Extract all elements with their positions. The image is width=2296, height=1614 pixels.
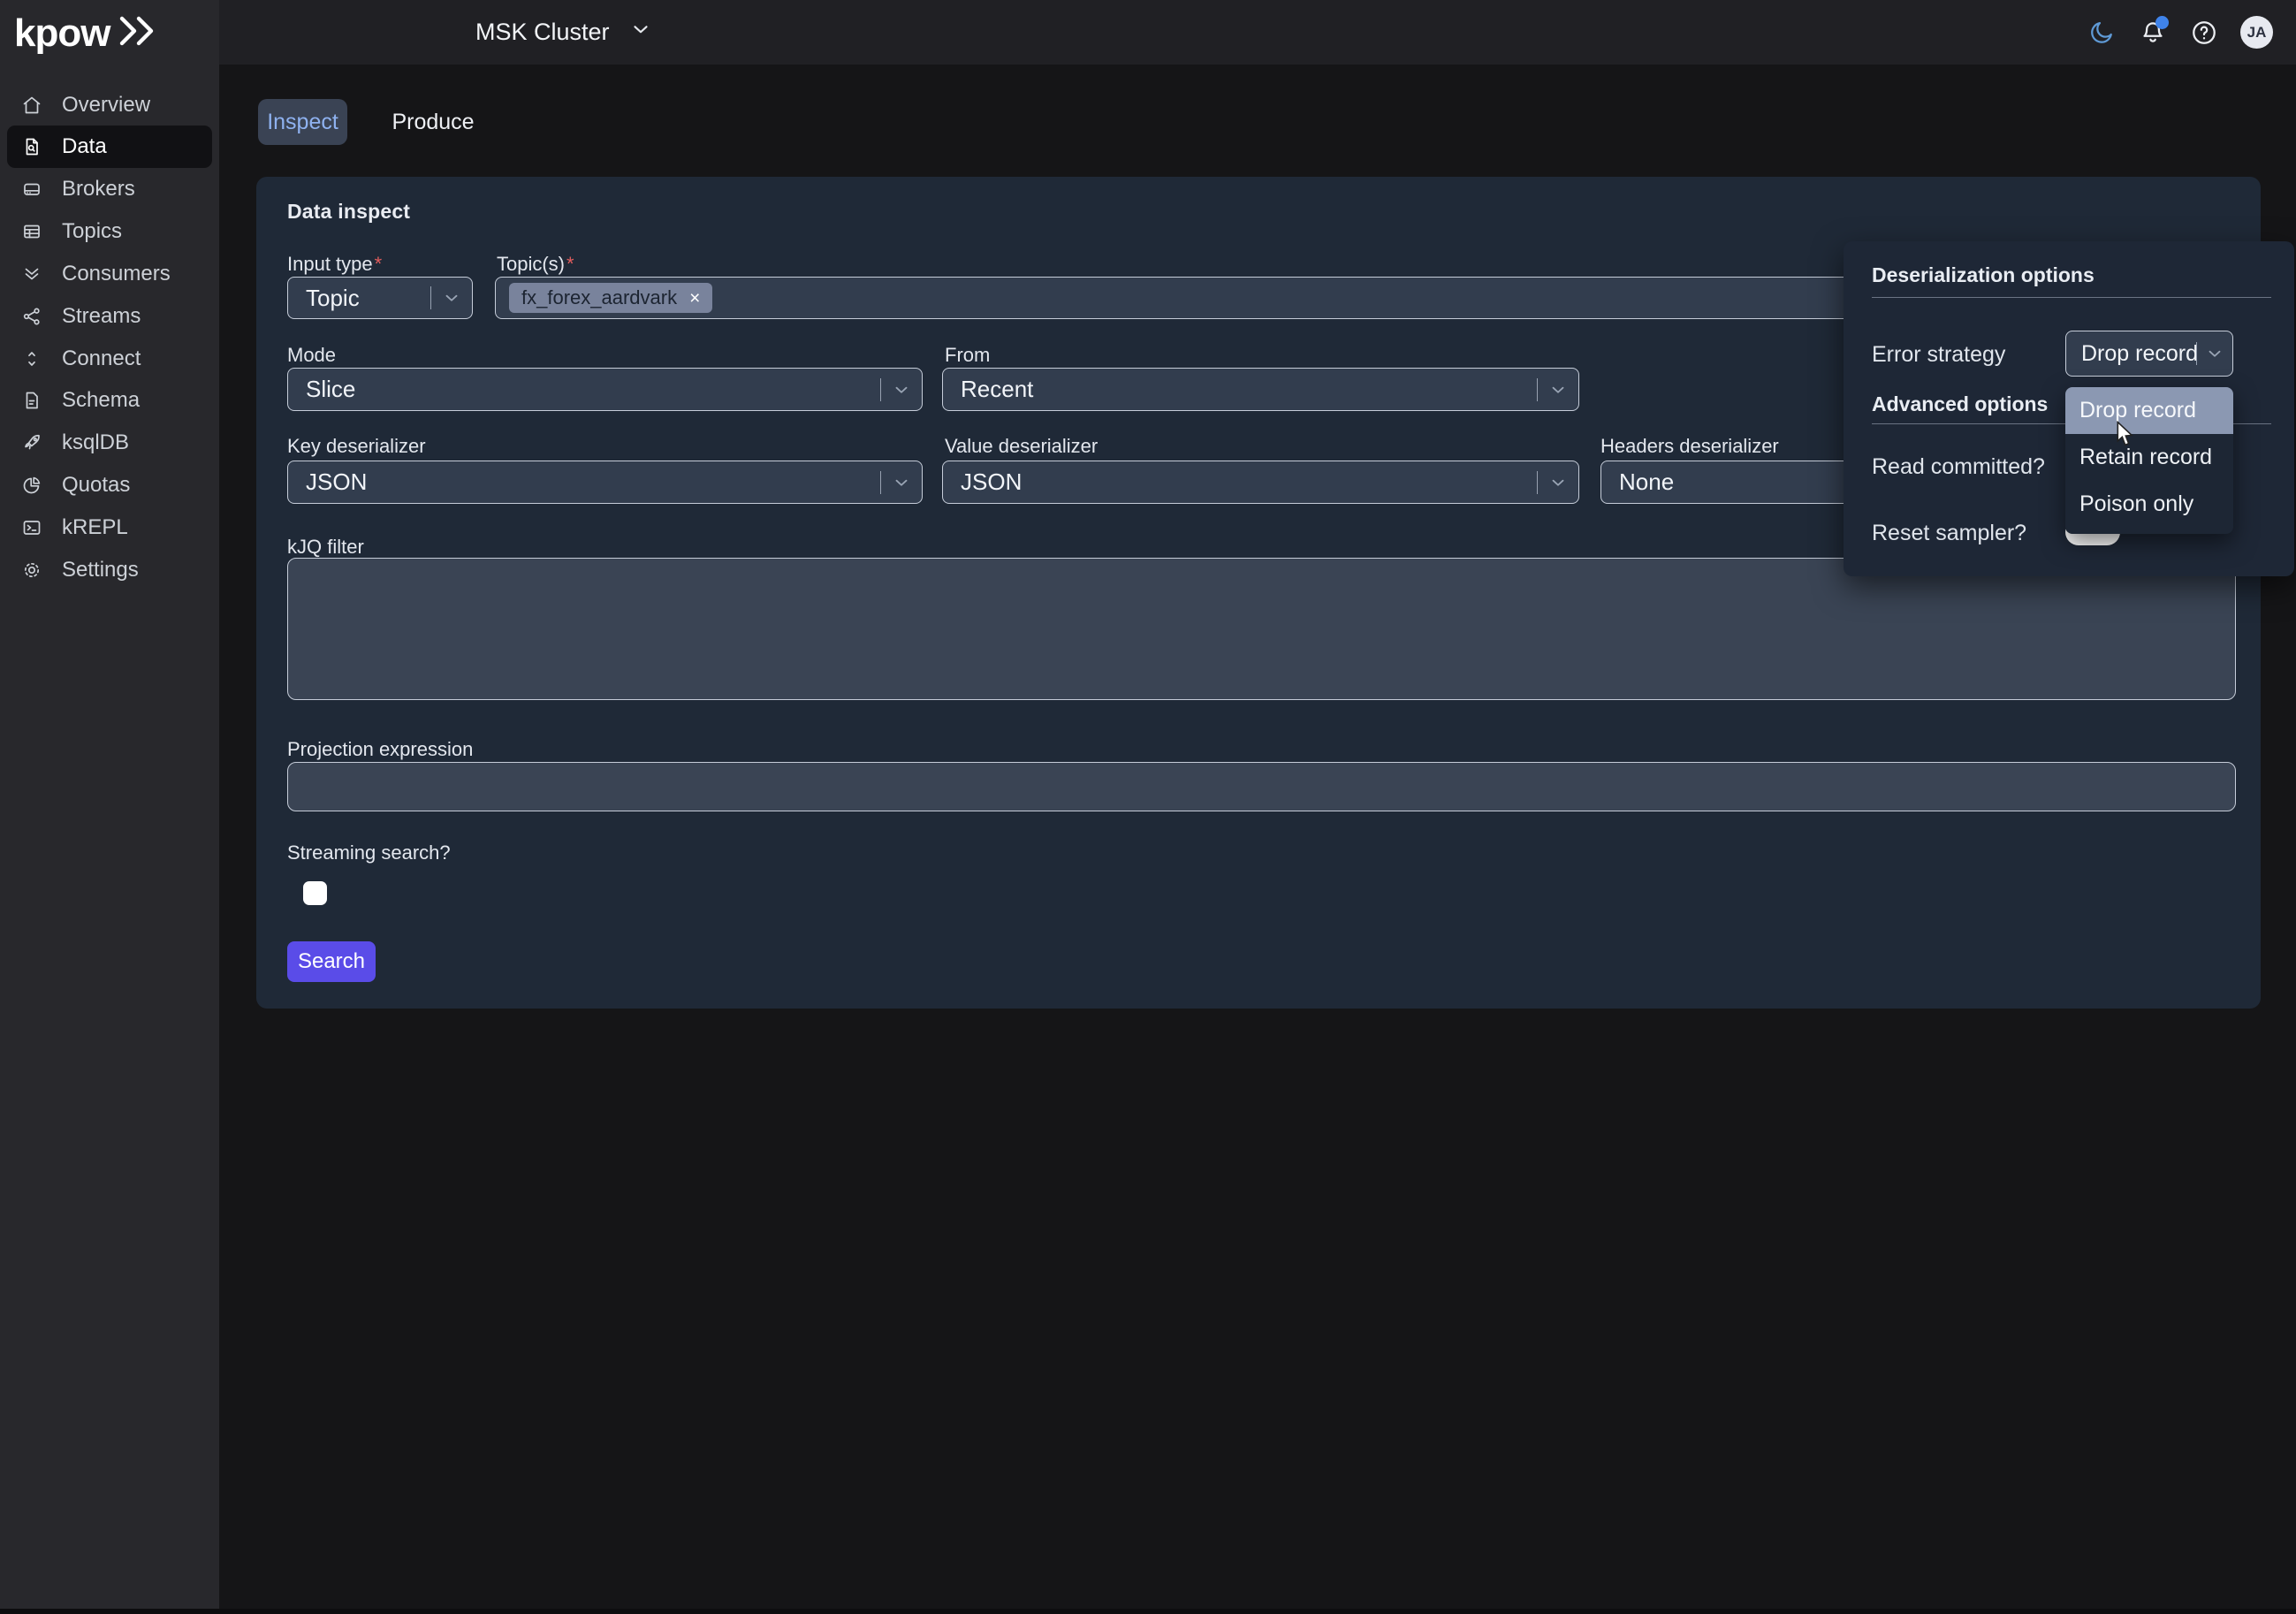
tab-produce[interactable]: Produce	[380, 99, 486, 145]
streaming-search-label: Streaming search?	[287, 841, 451, 864]
chevron-down-icon	[431, 288, 472, 308]
headers-deserializer-label: Headers deserializer	[1600, 435, 1779, 458]
terminal-icon	[21, 517, 42, 538]
sidebar-item-brokers[interactable]: Brokers	[7, 168, 212, 210]
pie-chart-icon	[21, 475, 42, 496]
dark-mode-moon-icon[interactable]	[2087, 18, 2117, 48]
key-deserializer-select[interactable]: JSON	[287, 461, 923, 504]
home-icon	[21, 95, 42, 116]
logo-text: kpow	[14, 14, 110, 53]
chevron-down-icon	[1538, 473, 1578, 492]
kpow-app: MSK Cluster JA kpow	[0, 0, 2296, 1614]
sidebar-item-ksqldb[interactable]: ksqlDB	[7, 422, 212, 464]
required-asterisk: *	[375, 253, 383, 275]
input-type-select[interactable]: Topic	[287, 277, 473, 319]
mode-label: Mode	[287, 344, 336, 367]
cluster-selector-label: MSK Cluster	[475, 19, 610, 46]
chevron-down-icon	[1538, 380, 1578, 400]
kjq-filter-textarea[interactable]	[287, 558, 2236, 700]
sidebar-item-overview[interactable]: Overview	[7, 84, 212, 126]
user-avatar[interactable]: JA	[2240, 16, 2273, 49]
value-deserializer-select[interactable]: JSON	[942, 461, 1579, 504]
menu-item-retain-record[interactable]: Retain record	[2065, 434, 2233, 481]
notification-badge	[2155, 16, 2169, 29]
input-type-label: Input type*	[287, 253, 382, 276]
top-bar: MSK Cluster JA	[219, 0, 2296, 65]
chevrons-down-icon	[21, 263, 42, 285]
sidebar-item-consumers[interactable]: Consumers	[7, 253, 212, 295]
advanced-options-title: Advanced options	[1872, 392, 2048, 416]
topics-label: Topic(s)*	[497, 253, 574, 276]
sidebar-item-settings[interactable]: Settings	[7, 549, 212, 591]
value-deserializer-label: Value deserializer	[945, 435, 1098, 458]
topbar-icons: JA	[2087, 0, 2273, 65]
gear-icon	[21, 560, 42, 581]
unfold-icon	[21, 348, 42, 369]
streaming-search-checkbox[interactable]	[303, 881, 327, 905]
from-select[interactable]: Recent	[942, 368, 1579, 411]
error-strategy-label: Error strategy	[1872, 342, 2005, 368]
logo-chevrons-icon	[117, 12, 163, 54]
cluster-selector[interactable]: MSK Cluster	[475, 18, 652, 47]
kpow-logo: kpow	[14, 12, 163, 54]
error-strategy-select[interactable]: Drop record	[2065, 331, 2233, 377]
file-search-icon	[21, 136, 42, 157]
chevron-down-icon	[881, 473, 922, 492]
avatar-initials: JA	[2247, 24, 2267, 42]
topic-tag: fx_forex_aardvark ×	[509, 283, 712, 313]
projection-expression-input[interactable]	[287, 762, 2236, 811]
chevron-down-icon	[629, 18, 652, 47]
sidebar: kpow Overview Data Brokers Topics Consum…	[0, 0, 219, 1614]
from-label: From	[945, 344, 990, 367]
help-icon[interactable]	[2189, 18, 2219, 48]
chevron-down-icon	[881, 380, 922, 400]
projection-expression-label: Projection expression	[287, 738, 473, 761]
panel-title: Data inspect	[287, 200, 410, 224]
menu-item-drop-record[interactable]: Drop record	[2065, 387, 2233, 434]
sidebar-item-data[interactable]: Data	[7, 126, 212, 168]
window-edge	[0, 1609, 2296, 1614]
divider	[1872, 297, 2271, 298]
notifications-bell-icon[interactable]	[2138, 18, 2168, 48]
required-asterisk: *	[566, 253, 574, 275]
share-icon	[21, 306, 42, 327]
read-committed-label: Read committed?	[1872, 454, 2045, 480]
tab-inspect[interactable]: Inspect	[258, 99, 347, 145]
deserialization-options-title: Deserialization options	[1872, 263, 2095, 287]
topic-tag-label: fx_forex_aardvark	[521, 286, 677, 309]
key-deserializer-label: Key deserializer	[287, 435, 426, 458]
sidebar-item-topics[interactable]: Topics	[7, 210, 212, 253]
remove-tag-icon[interactable]: ×	[689, 289, 700, 308]
sidebar-item-streams[interactable]: Streams	[7, 295, 212, 338]
sidebar-item-quotas[interactable]: Quotas	[7, 464, 212, 506]
reset-sampler-label: Reset sampler?	[1872, 521, 2026, 546]
menu-item-poison-only[interactable]: Poison only	[2065, 481, 2233, 528]
file-text-icon	[21, 390, 42, 411]
sidebar-item-krepl[interactable]: kREPL	[7, 506, 212, 549]
sidebar-item-connect[interactable]: Connect	[7, 338, 212, 380]
kjq-filter-label: kJQ filter	[287, 536, 364, 559]
hard-drive-icon	[21, 179, 42, 200]
table-icon	[21, 221, 42, 242]
chevron-down-icon	[2197, 344, 2232, 363]
mode-select[interactable]: Slice	[287, 368, 923, 411]
sidebar-item-schema[interactable]: Schema	[7, 379, 212, 422]
search-button[interactable]: Search	[287, 941, 376, 982]
rocket-icon	[21, 432, 42, 453]
error-strategy-menu: Drop record Retain record Poison only	[2065, 387, 2233, 534]
